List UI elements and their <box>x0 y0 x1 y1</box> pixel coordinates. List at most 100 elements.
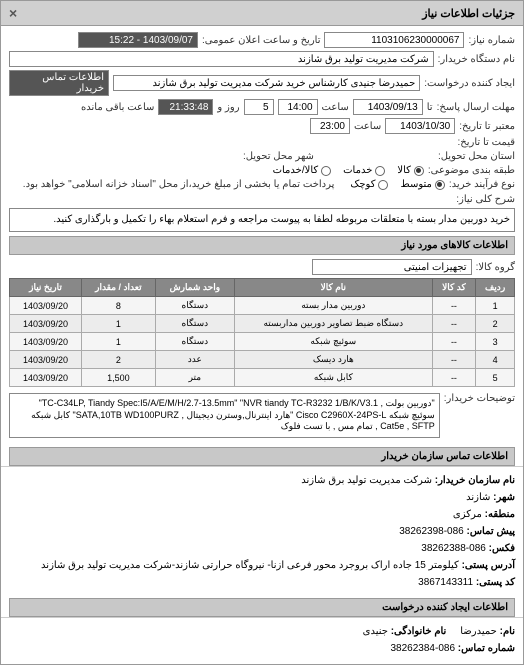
table-row: 5--کابل شبکهمتر1,5001403/09/20 <box>10 369 515 387</box>
radio-motavaset[interactable]: متوسط <box>400 179 444 190</box>
valid-hour-label: ساعت <box>354 121 381 132</box>
creator-value: حمیدرضا جنیدی کارشناس خرید شرکت مدیریت ت… <box>113 75 420 91</box>
deadline-hour: 14:00 <box>278 99 318 115</box>
request-no-label: شماره نیاز: <box>468 35 515 46</box>
org-value: شرکت مدیریت تولید برق شازند <box>301 475 432 486</box>
contact-label[interactable]: اطلاعات تماس خریدار <box>9 70 109 96</box>
table-row: 4--هارد دیسکعدد21403/09/20 <box>10 351 515 369</box>
table-cell: -- <box>432 333 475 351</box>
table-cell: 1403/09/20 <box>10 351 82 369</box>
table-cell: -- <box>432 369 475 387</box>
deadline-days: 5 <box>244 99 274 115</box>
deadline-remain-label: ساعت باقی مانده <box>81 102 154 113</box>
creator-name-value: حمیدرضا <box>460 626 497 637</box>
table-row: 2--دستگاه ضبط تصاویر دوربین مداربستهدستگ… <box>10 315 515 333</box>
buyer-notes-label: توضیحات خریدار: <box>444 391 515 404</box>
table-cell: سوئیچ شبکه <box>234 333 432 351</box>
table-cell: دستگاه <box>155 333 234 351</box>
table-cell: 4 <box>476 351 515 369</box>
creator-name-label: نام: <box>500 626 515 637</box>
valid-label: معتبر تا تاریخ: <box>459 121 515 132</box>
announce-value: 1403/09/07 - 15:22 <box>78 32 198 48</box>
table-cell: کابل شبکه <box>234 369 432 387</box>
table-row: 3--سوئیچ شبکهدستگاه11403/09/20 <box>10 333 515 351</box>
table-cell: 1403/09/20 <box>10 297 82 315</box>
area-value: مرکزی <box>453 509 482 520</box>
need-desc-text: خرید دوربین مدار بسته با متعلقات مربوطه … <box>9 208 515 232</box>
phone-value: 086-38262398 <box>399 526 464 537</box>
fax-value: 086-38262388 <box>421 543 486 554</box>
radio-kala-khadamat[interactable]: کالا/خدمات <box>273 165 332 176</box>
buyer-name-value: شرکت مدیریت تولید برق شازند <box>9 51 434 67</box>
delivery-label: استان محل تحویل: <box>438 151 515 162</box>
table-cell: متر <box>155 369 234 387</box>
th-date: تاریخ نیاز <box>10 279 82 297</box>
goods-table: ردیف کد کالا نام کالا واحد شمارش تعداد /… <box>9 278 515 387</box>
request-no-value: 1103106230000067 <box>324 32 464 48</box>
payment-note: پرداخت تمام یا بخشی از مبلغ خرید،از محل … <box>23 179 335 190</box>
address-label: آدرس پستی: <box>462 560 515 571</box>
radio-koli[interactable]: کوچک <box>350 179 388 190</box>
buyer-name-label: نام دستگاه خریدار: <box>438 54 515 65</box>
group-label: طبقه بندی موضوعی: <box>428 165 515 176</box>
goods-group-label: گروه کالا: <box>476 262 515 273</box>
announce-label: تاریخ و ساعت اعلان عمومی: <box>202 35 321 46</box>
table-cell: 2 <box>476 315 515 333</box>
table-row: 1--دوربین مدار بستهدستگاه81403/09/20 <box>10 297 515 315</box>
th-name: نام کالا <box>234 279 432 297</box>
table-cell: 1403/09/20 <box>10 315 82 333</box>
table-cell: 2 <box>81 351 155 369</box>
price-label: قیمت تا تاریخ: <box>458 137 515 148</box>
deadline-time: 21:33:48 <box>158 99 213 115</box>
creator-label: ایجاد کننده درخواست: <box>424 78 515 89</box>
category-radio-group: کالا خدمات کالا/خدمات <box>273 165 424 176</box>
table-cell: 1403/09/20 <box>10 369 82 387</box>
goods-info-header: اطلاعات کالاهای مورد نیاز <box>9 236 515 255</box>
postal-value: 3867143311 <box>418 577 473 588</box>
city-value: شازند <box>466 492 490 503</box>
dialog-title: جزئیات اطلاعات نیاز <box>422 7 515 20</box>
fax-label: فکس: <box>489 543 515 554</box>
goods-group-value: تجهیزات امنیتی <box>312 259 472 275</box>
table-cell: دستگاه <box>155 315 234 333</box>
th-unit: واحد شمارش <box>155 279 234 297</box>
need-desc-label: شرح کلی نیاز: <box>456 194 515 205</box>
th-row: ردیف <box>476 279 515 297</box>
table-cell: عدد <box>155 351 234 369</box>
table-cell: 5 <box>476 369 515 387</box>
table-cell: 1403/09/20 <box>10 333 82 351</box>
table-cell: -- <box>432 315 475 333</box>
deadline-label: مهلت ارسال پاسخ: <box>437 102 515 113</box>
table-cell: 1,500 <box>81 369 155 387</box>
radio-khadamat[interactable]: خدمات <box>343 165 385 176</box>
table-cell: -- <box>432 351 475 369</box>
creator-family-label: نام خانوادگی: <box>391 626 447 637</box>
deadline-date: 1403/09/13 <box>353 99 423 115</box>
valid-date: 1403/10/30 <box>385 118 455 134</box>
creator-phone-value: 086-38262384 <box>390 643 455 654</box>
phone-label: پیش تماس: <box>467 526 515 537</box>
area-label: منطقه: <box>485 509 515 520</box>
table-cell: 8 <box>81 297 155 315</box>
contact-info-header: اطلاعات تماس سازمان خریدار <box>9 447 515 466</box>
table-cell: 3 <box>476 333 515 351</box>
city-label: شهر: <box>493 492 515 503</box>
table-cell: دوربین مدار بسته <box>234 297 432 315</box>
org-label: نام سازمان خریدار: <box>435 475 515 486</box>
valid-hour: 23:00 <box>310 118 350 134</box>
creator-family-value: جنیدی <box>363 626 388 637</box>
table-cell: 1 <box>81 333 155 351</box>
postal-label: کد پستی: <box>476 577 515 588</box>
creator-phone-label: شماره تماس: <box>458 643 515 654</box>
th-qty: تعداد / مقدار <box>81 279 155 297</box>
creator-info-header: اطلاعات ایجاد کننده درخواست <box>9 598 515 617</box>
purchase-type-label: نوع فرآیند خرید: <box>449 179 515 190</box>
table-cell: دستگاه <box>155 297 234 315</box>
delivery-city-label: شهر محل تحویل: <box>243 151 314 162</box>
th-code: کد کالا <box>432 279 475 297</box>
table-cell: 1 <box>81 315 155 333</box>
deadline-day-label: روز و <box>217 102 239 113</box>
radio-kala[interactable]: کالا <box>397 165 424 176</box>
purchase-radio-group: متوسط کوچک <box>350 179 444 190</box>
close-icon[interactable]: × <box>9 5 17 21</box>
